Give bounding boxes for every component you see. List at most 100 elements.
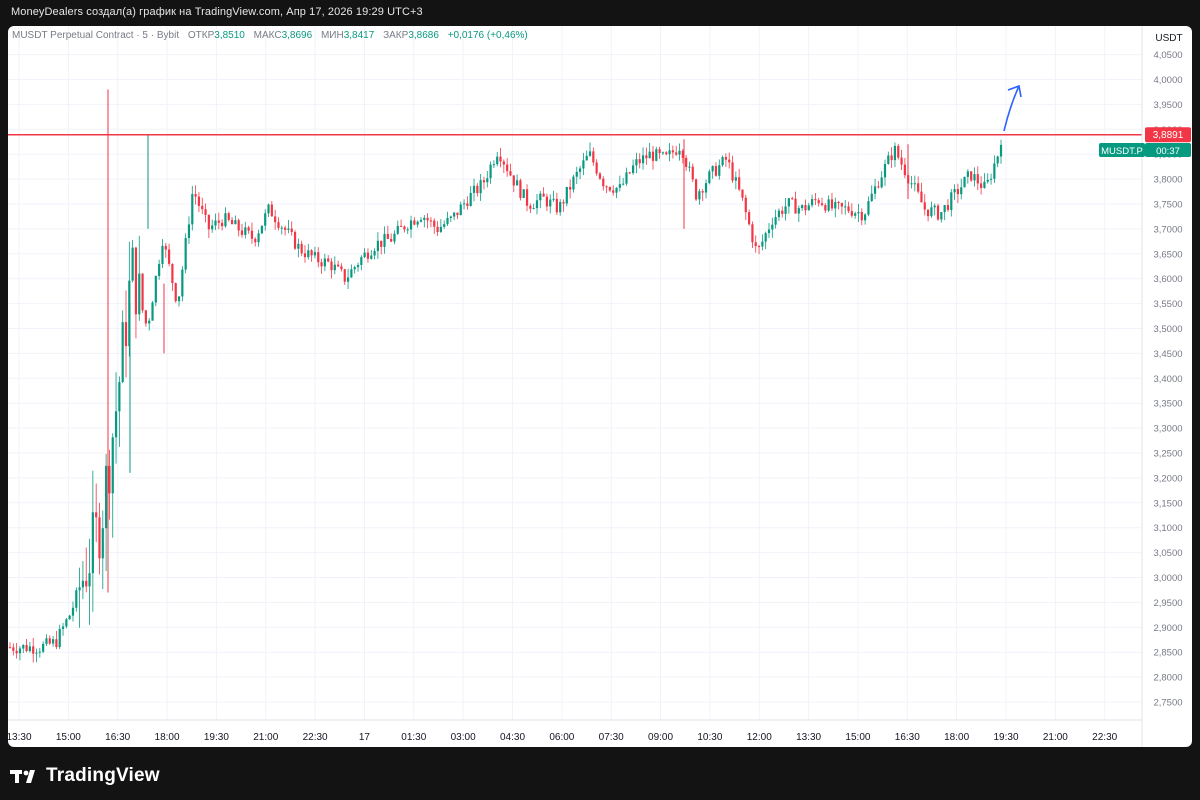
candle-body xyxy=(181,269,184,297)
footer-bar: TradingView xyxy=(0,747,1200,800)
legend-close-label: ЗАКР xyxy=(383,30,409,41)
candle xyxy=(310,249,313,262)
candle-body xyxy=(708,171,711,184)
candle xyxy=(390,233,393,243)
candle-body xyxy=(293,232,297,249)
time-axis[interactable]: 13:30 15:00 16:30 18:00 19:30 21:00 22:30 17 01:… xyxy=(8,732,1118,743)
time-tick-label: 04:30 xyxy=(500,732,525,743)
candle-body xyxy=(585,155,588,161)
candle-body xyxy=(940,212,943,220)
candle xyxy=(608,186,612,192)
candle-body xyxy=(390,238,393,242)
candle-body xyxy=(234,220,237,225)
candle xyxy=(880,171,883,189)
candle-body xyxy=(492,164,495,166)
candle-body xyxy=(317,252,320,263)
candle-body xyxy=(525,189,529,206)
candle xyxy=(416,220,419,228)
candle-body xyxy=(274,216,277,223)
candle-body xyxy=(827,199,830,211)
candle-body xyxy=(499,156,502,162)
candle-body xyxy=(45,638,48,644)
candle-body xyxy=(820,203,824,206)
level-price-text: 3,8891 xyxy=(1153,130,1184,141)
price-tick-label: 3,3500 xyxy=(1153,399,1182,410)
candle-body xyxy=(933,205,936,208)
price-tick-label: 3,7000 xyxy=(1153,224,1182,235)
candle-body xyxy=(237,220,240,231)
candle xyxy=(724,153,728,167)
candle-body xyxy=(920,191,923,203)
candle xyxy=(728,152,731,169)
candle-body xyxy=(370,255,373,259)
candle-body xyxy=(986,179,989,182)
candle-body xyxy=(141,273,144,311)
arrow-annotation-icon[interactable] xyxy=(1003,84,1022,132)
candle xyxy=(781,206,784,218)
candle xyxy=(502,159,505,174)
candle xyxy=(35,648,38,663)
candle xyxy=(287,220,290,234)
candle-body xyxy=(562,202,565,204)
candle-body xyxy=(396,225,399,234)
candle-body xyxy=(910,183,913,185)
candle-body xyxy=(419,219,423,222)
candle-body xyxy=(91,512,94,574)
candle-body xyxy=(791,198,794,200)
price-tick-label: 3,6500 xyxy=(1153,249,1182,260)
candle-body xyxy=(144,310,147,324)
candle-body xyxy=(638,159,641,164)
price-chart[interactable]: 4,05004,00003,95003,90003,85003,80003,75… xyxy=(8,26,1192,747)
candle-body xyxy=(542,193,545,197)
candle-body xyxy=(95,512,98,518)
candle-body xyxy=(489,164,492,179)
candle-body xyxy=(479,180,482,194)
candle xyxy=(711,165,714,179)
tradingview-logo[interactable]: TradingView xyxy=(10,765,160,787)
candle-body xyxy=(761,241,764,247)
candle-body xyxy=(757,246,761,248)
candle xyxy=(545,193,549,212)
candle-body xyxy=(996,156,999,164)
candle-body xyxy=(549,199,552,207)
candle-body xyxy=(877,186,880,188)
candle-body xyxy=(300,243,303,254)
candle-body xyxy=(824,205,827,211)
candle xyxy=(903,157,906,179)
candle xyxy=(42,641,45,654)
candle-body xyxy=(446,217,449,225)
candle-body xyxy=(221,222,224,227)
candle xyxy=(340,263,343,272)
candle xyxy=(645,147,648,165)
candle xyxy=(174,282,177,303)
candle xyxy=(373,248,376,260)
candle-body xyxy=(58,628,61,647)
candle xyxy=(15,643,18,659)
candle-body xyxy=(748,212,751,225)
candle xyxy=(926,209,930,222)
candle xyxy=(327,255,330,263)
candle-body xyxy=(976,174,979,184)
candle xyxy=(996,155,999,168)
candle-body xyxy=(771,224,774,230)
candle-body xyxy=(81,580,85,588)
candle xyxy=(472,178,476,202)
candle-body xyxy=(648,151,651,159)
time-tick-label: 01:30 xyxy=(401,732,426,743)
candle-body xyxy=(416,221,419,225)
candle-body xyxy=(774,217,777,225)
candle-body xyxy=(270,204,273,217)
candle-body xyxy=(217,220,220,223)
price-tick-label: 3,3000 xyxy=(1153,424,1182,435)
candle-body xyxy=(38,651,41,653)
candle xyxy=(562,199,565,212)
candle-body xyxy=(71,607,75,616)
candle xyxy=(698,188,701,205)
candle xyxy=(217,212,220,230)
chart-pane[interactable]: 4,05004,00003,95003,90003,85003,80003,75… xyxy=(8,26,1192,747)
candle xyxy=(559,199,562,216)
candle-body xyxy=(539,193,542,201)
candle-body xyxy=(42,643,45,652)
legend-symbol: MUSDT Perpetual Contract · 5 · Bybit xyxy=(12,30,180,41)
candle xyxy=(529,203,532,214)
